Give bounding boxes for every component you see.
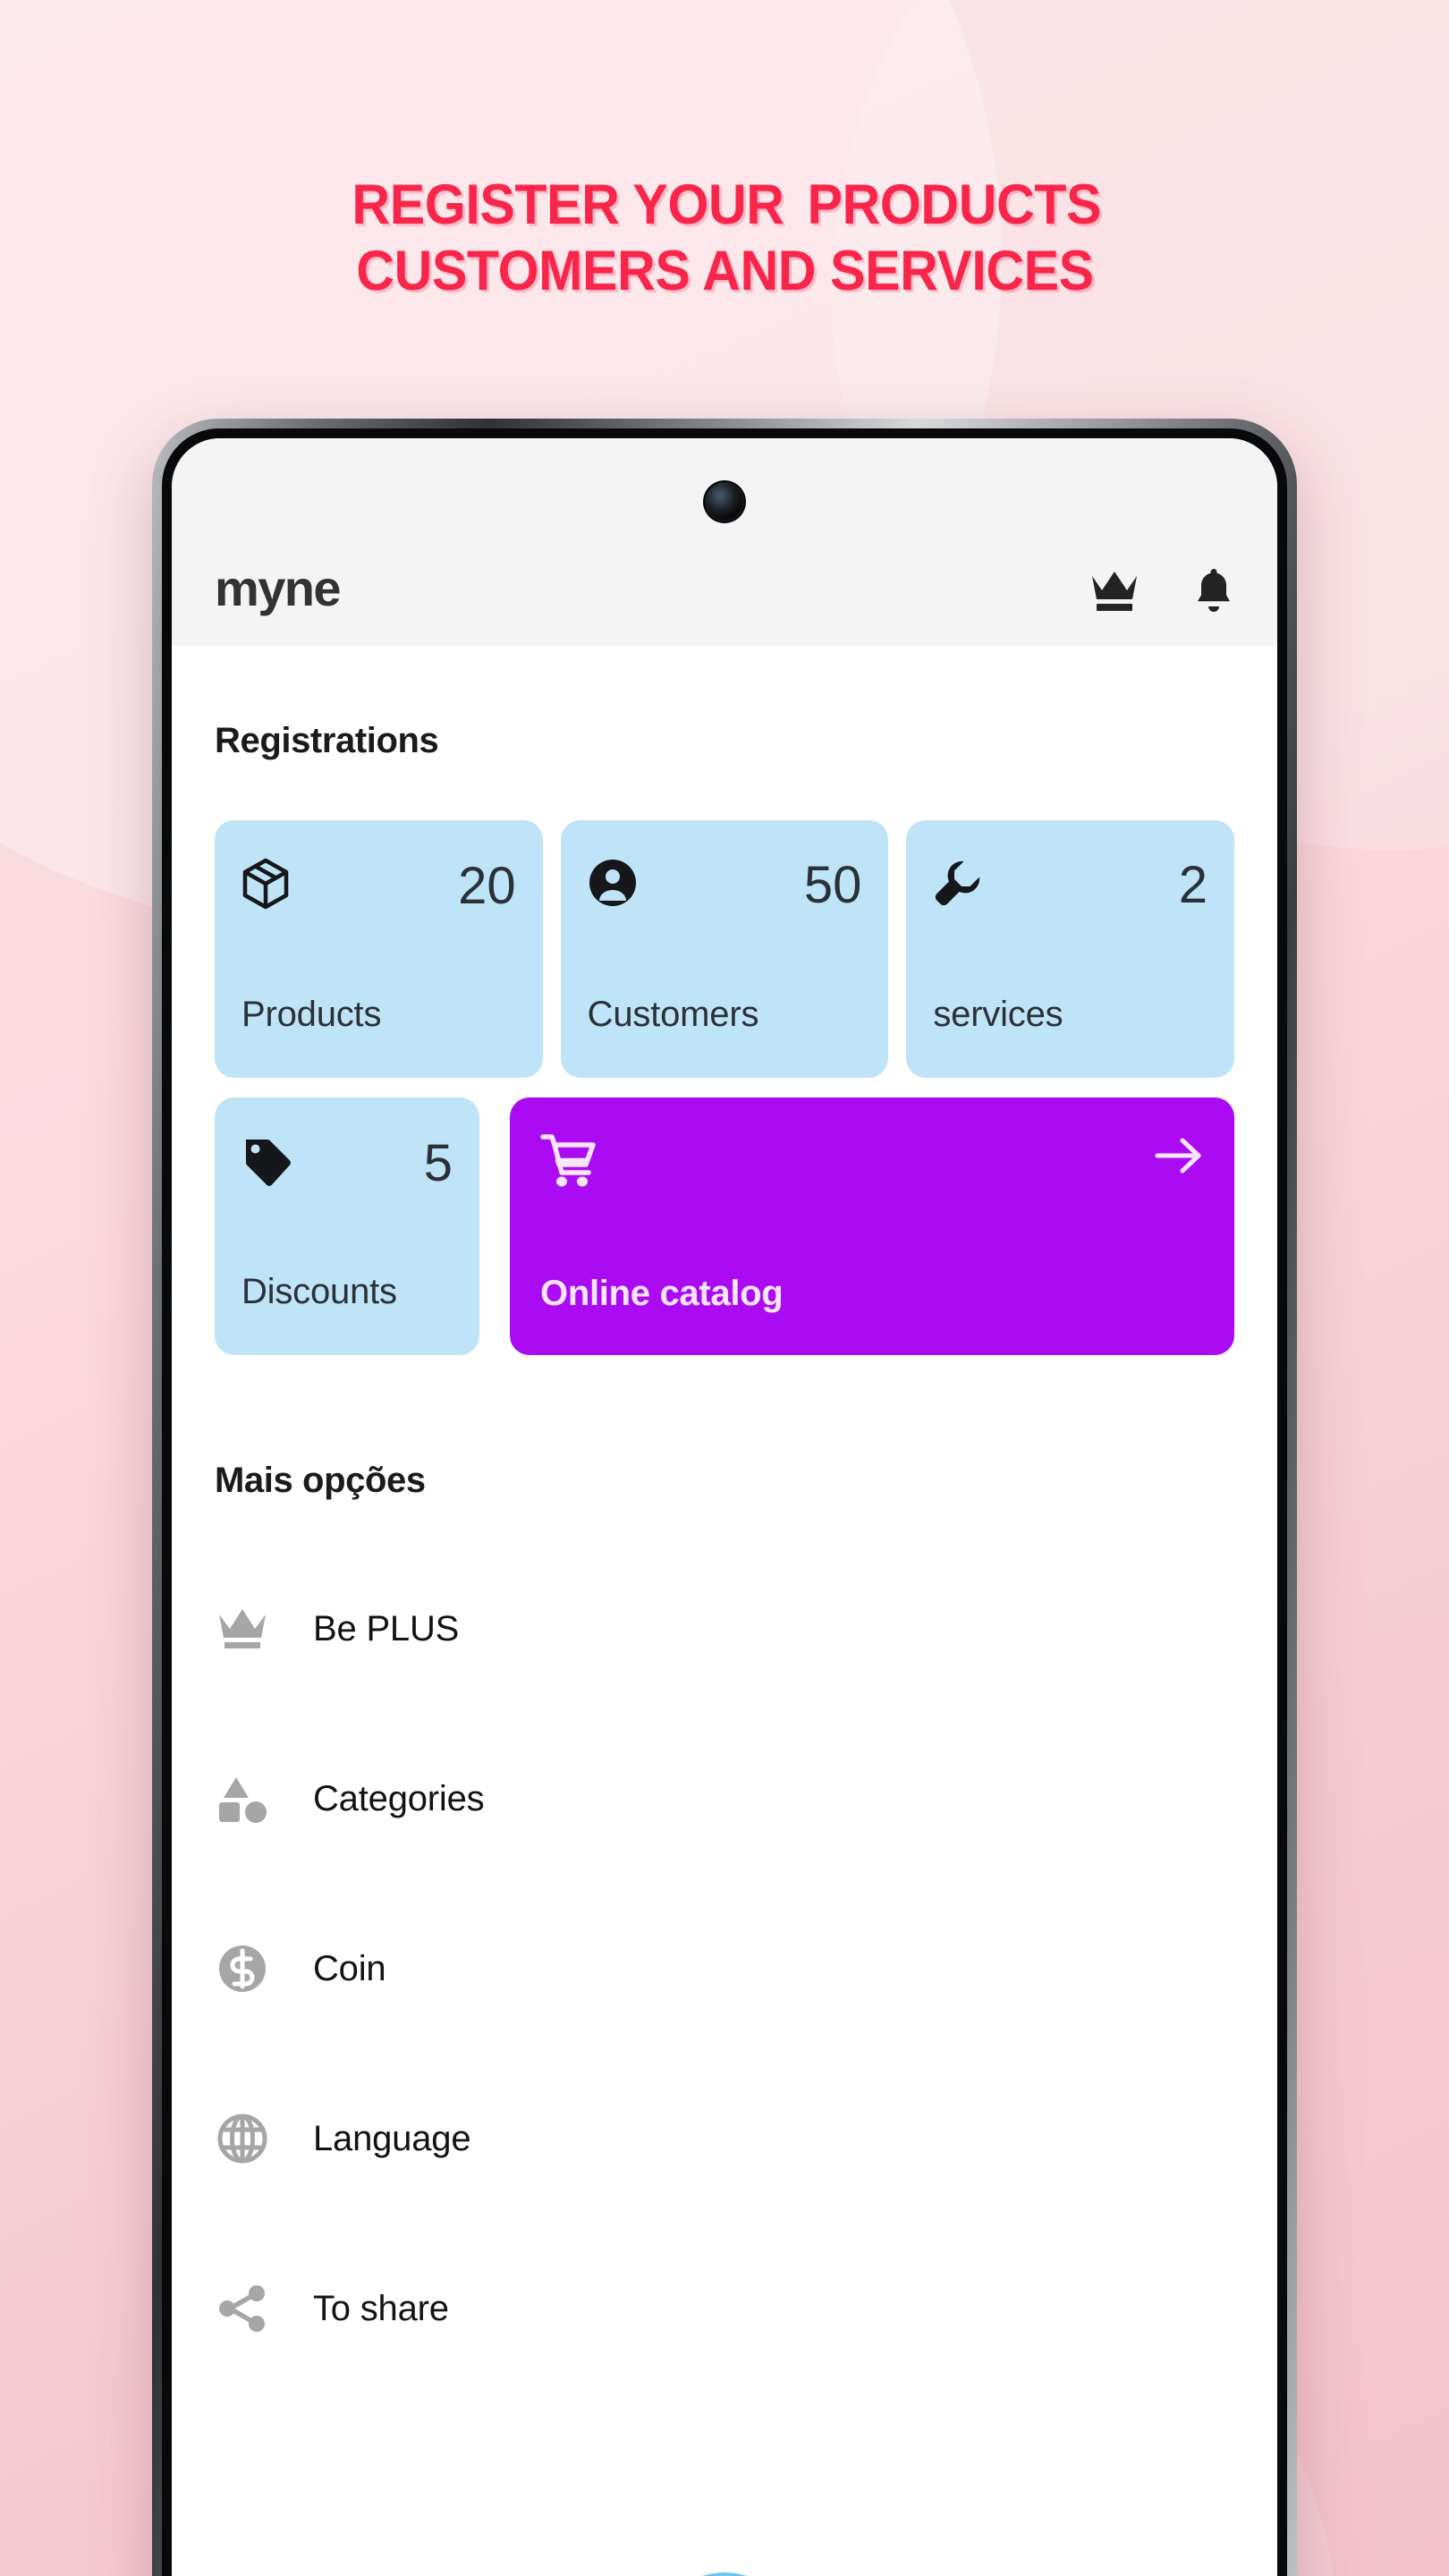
menu-item-coin[interactable]: Coin xyxy=(215,1884,1234,2054)
app-bar: myne xyxy=(172,438,1277,646)
stat-card-products[interactable]: 20 Products xyxy=(215,820,543,1078)
more-options-list: Be PLUS Categories Coin Language To shar… xyxy=(215,1544,1234,2394)
menu-item-language[interactable]: Language xyxy=(215,2054,1234,2224)
stat-label: Customers xyxy=(587,995,759,1034)
stat-card-header: 50 xyxy=(588,855,862,914)
phone-screen: myne Registrations 20 Products 50 Custom… xyxy=(172,438,1277,2576)
crown-icon[interactable] xyxy=(1089,569,1140,612)
front-camera-punchhole xyxy=(706,483,743,521)
package-icon xyxy=(242,858,290,914)
stat-cards-row-2: 5 Discounts Online catalog xyxy=(215,1097,1234,1355)
menu-item-label: To share xyxy=(313,2288,449,2328)
crown-icon xyxy=(215,1606,270,1651)
app-logo: myne xyxy=(215,560,341,616)
stat-value: 20 xyxy=(458,856,516,915)
app-bar-actions xyxy=(1089,567,1234,617)
menu-item-label: Language xyxy=(313,2118,471,2158)
stat-value: 5 xyxy=(423,1133,453,1192)
person-icon xyxy=(588,858,638,912)
stat-card-discounts[interactable]: 5 Discounts xyxy=(215,1097,479,1355)
shopping-cart-icon xyxy=(540,1133,597,1193)
stat-value: 2 xyxy=(1178,855,1208,914)
shapes-icon xyxy=(215,1773,270,1825)
globe-icon xyxy=(215,2113,270,2165)
stat-card-services[interactable]: 2 services xyxy=(906,820,1235,1078)
registrations-title: Registrations xyxy=(215,721,439,760)
wrench-icon xyxy=(933,858,983,912)
menu-item-to-share[interactable]: To share xyxy=(215,2224,1234,2394)
headline-line-1-light: REGISTER YOUR xyxy=(352,174,785,236)
stat-card-customers[interactable]: 50 Customers xyxy=(560,820,889,1078)
menu-item-label: Coin xyxy=(313,1948,386,1988)
more-options-title: Mais opções xyxy=(215,1461,426,1500)
headline-line-1: REGISTER YOUR PRODUCTS xyxy=(0,173,1449,239)
arrow-right-icon xyxy=(1154,1133,1204,1182)
catalog-card-header xyxy=(540,1133,1204,1193)
screen-content: Registrations 20 Products 50 Customers 2… xyxy=(172,721,1277,2394)
stat-value: 50 xyxy=(803,855,862,914)
stat-card-header: 20 xyxy=(242,858,516,914)
floating-action-button[interactable] xyxy=(653,2572,796,2576)
stat-label: services xyxy=(933,995,1063,1034)
stat-card-header: 5 xyxy=(242,1135,453,1191)
share-icon xyxy=(215,2283,270,2334)
headline-line-2: CUSTOMERS AND SERVICES xyxy=(355,239,1094,302)
online-catalog-label: Online catalog xyxy=(540,1274,784,1313)
promo-headline: REGISTER YOUR PRODUCTS CUSTOMERS AND SER… xyxy=(0,173,1449,304)
menu-item-categories[interactable]: Categories xyxy=(215,1714,1234,1884)
phone-bezel: myne Registrations 20 Products 50 Custom… xyxy=(162,428,1287,2576)
online-catalog-button[interactable]: Online catalog xyxy=(510,1097,1234,1355)
stat-label: Discounts xyxy=(242,1272,397,1311)
bell-icon[interactable] xyxy=(1193,567,1234,614)
stat-label: Products xyxy=(242,995,382,1034)
headline-line-1-bold: PRODUCTS xyxy=(807,174,1102,236)
phone-mockup: myne Registrations 20 Products 50 Custom… xyxy=(152,419,1297,2576)
dollar-coin-icon xyxy=(215,1943,270,1995)
menu-item-label: Categories xyxy=(313,1778,485,1818)
menu-item-be-plus[interactable]: Be PLUS xyxy=(215,1544,1234,1714)
menu-item-label: Be PLUS xyxy=(313,1608,460,1648)
stat-cards-row-1: 20 Products 50 Customers 2 services xyxy=(215,820,1235,1078)
price-tag-icon xyxy=(242,1135,293,1191)
stat-card-header: 2 xyxy=(933,858,1208,912)
